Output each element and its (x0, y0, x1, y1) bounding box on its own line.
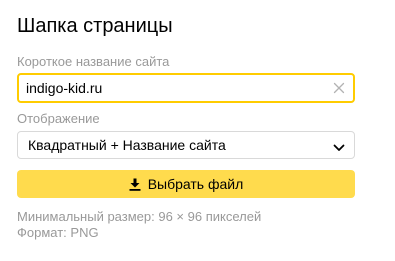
site-name-input[interactable]: indigo-kid.ru (17, 73, 355, 103)
site-name-label: Короткое название сайта (17, 54, 170, 69)
chevron-down-icon (333, 140, 345, 151)
display-mode-selected: Квадратный + Название сайта (28, 137, 226, 153)
download-icon (129, 178, 141, 191)
min-size-hint: Минимальный размер: 96 × 96 пикселей (17, 209, 262, 224)
site-name-value[interactable]: indigo-kid.ru (26, 80, 102, 97)
choose-file-button[interactable]: Выбрать файл (17, 170, 355, 198)
section-title: Шапка страницы (17, 15, 173, 37)
display-mode-label: Отображение (17, 111, 100, 126)
display-mode-select[interactable]: Квадратный + Название сайта (17, 131, 355, 159)
close-icon[interactable] (331, 80, 347, 96)
choose-file-button-content[interactable]: Выбрать файл (17, 170, 355, 198)
format-hint: Формат: PNG (17, 225, 99, 240)
choose-file-button-label: Выбрать файл (147, 175, 244, 192)
